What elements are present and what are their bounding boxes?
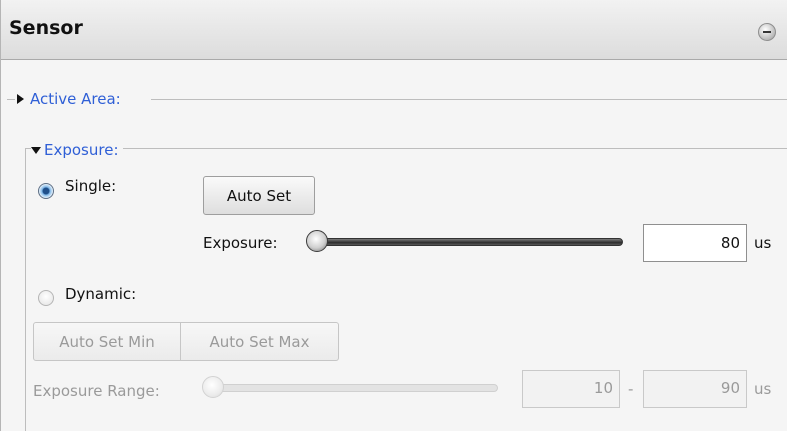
exposure-range-max-input[interactable]: 90	[643, 370, 747, 408]
exposure-group-toggle[interactable]: Exposure:	[31, 140, 123, 160]
exposure-slider-label: Exposure:	[203, 234, 278, 252]
single-label[interactable]: Single:	[65, 177, 116, 195]
auto-set-min-button[interactable]: Auto Set Min	[33, 322, 181, 361]
exposure-range-unit: us	[754, 380, 772, 398]
dynamic-radio[interactable]	[38, 290, 54, 306]
expand-arrow-icon	[17, 94, 24, 104]
exposure-range-min-input[interactable]: 10	[522, 370, 620, 408]
auto-set-max-button[interactable]: Auto Set Max	[180, 322, 339, 361]
panel-title: Sensor	[9, 17, 83, 39]
panel-header[interactable]: Sensor	[1, 0, 787, 60]
active-area-divider-left	[7, 99, 15, 100]
collapse-arrow-icon	[31, 146, 41, 154]
active-area-divider	[151, 99, 787, 100]
dynamic-label[interactable]: Dynamic:	[65, 285, 136, 303]
active-area-toggle[interactable]: Active Area:	[17, 89, 125, 109]
collapse-icon[interactable]	[758, 23, 776, 41]
exposure-unit: us	[754, 234, 772, 252]
exposure-range-slider-track[interactable]	[206, 384, 498, 392]
exposure-value-input[interactable]: 80	[643, 224, 747, 262]
exposure-range-label: Exposure Range:	[33, 382, 160, 400]
auto-set-button[interactable]: Auto Set	[203, 176, 315, 215]
active-area-label: Active Area:	[30, 90, 121, 108]
sensor-panel: Sensor Active Area: Exposure: Single: Au…	[0, 0, 787, 431]
exposure-range-slider-knob[interactable]	[202, 376, 224, 398]
exposure-range-separator: -	[628, 380, 634, 398]
exposure-group-label: Exposure:	[44, 141, 119, 159]
exposure-slider-knob[interactable]	[306, 230, 328, 252]
exposure-slider-track[interactable]	[310, 238, 623, 246]
single-radio[interactable]	[38, 183, 54, 199]
